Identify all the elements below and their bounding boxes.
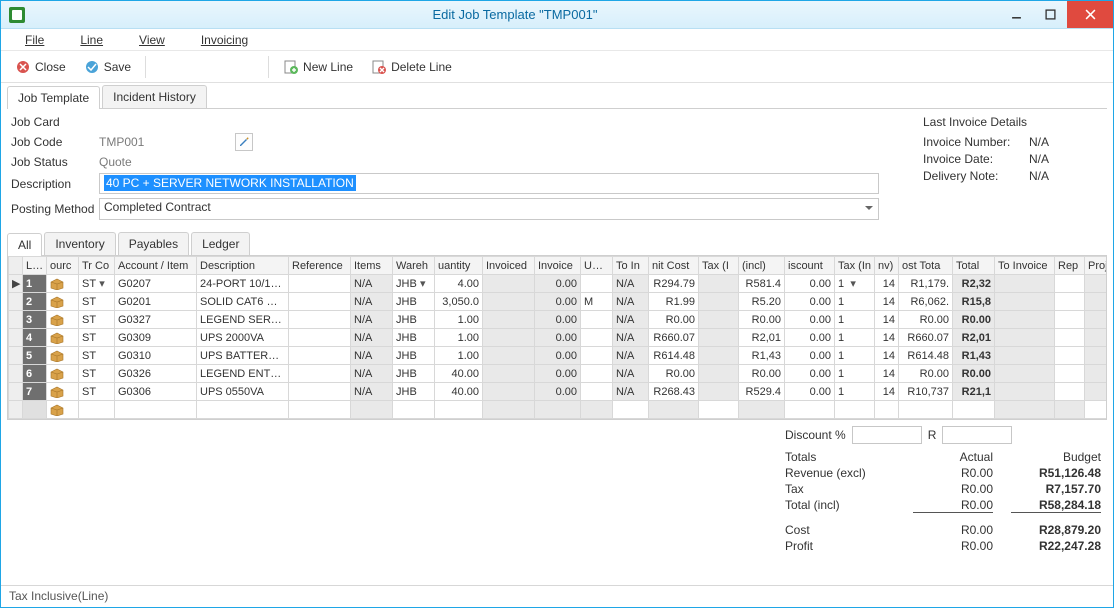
menu-invoicing[interactable]: Invoicing	[185, 31, 264, 49]
column-header[interactable]: Description	[197, 257, 289, 275]
grid-tabstrip: All Inventory Payables Ledger	[7, 232, 1107, 256]
close-button[interactable]: Close	[7, 56, 74, 78]
table-row[interactable]: 6STG0326LEGEND ENTERPRN/AJHB40.000.00N/A…	[9, 365, 1108, 383]
toolbar: Close Save New Line Delete Line	[1, 51, 1113, 83]
column-header[interactable]: Line	[23, 257, 47, 275]
tab-payables[interactable]: Payables	[118, 232, 189, 255]
column-header[interactable]: nit Cost	[649, 257, 699, 275]
job-code-value: TMP001	[99, 135, 229, 149]
column-header[interactable]: ost Tota	[899, 257, 953, 275]
column-header[interactable]: Rep	[1055, 257, 1085, 275]
description-input[interactable]: 40 PC + SERVER NETWORK INSTALLATION	[99, 173, 879, 194]
column-header[interactable]: To Invoice	[995, 257, 1055, 275]
close-icon	[15, 59, 31, 75]
invoice-details-header: Last Invoice Details	[923, 115, 1103, 129]
title-bar: Edit Job Template "TMP001"	[1, 1, 1113, 29]
close-window-button[interactable]	[1067, 1, 1113, 28]
totals-area: Discount % R TotalsActualBudget Revenue …	[1, 420, 1113, 557]
window-title: Edit Job Template "TMP001"	[31, 7, 999, 22]
maximize-button[interactable]	[1033, 1, 1067, 28]
table-row[interactable]: 3STG0327LEGEND SERVERN/AJHB1.000.00N/AR0…	[9, 311, 1108, 329]
new-line-icon	[283, 59, 299, 75]
crate-icon	[50, 350, 64, 362]
job-card-label: Job Card	[11, 115, 99, 129]
crate-icon	[50, 278, 64, 290]
column-header[interactable]: Reference	[289, 257, 351, 275]
column-header[interactable]: Tr Co	[79, 257, 115, 275]
column-header[interactable]: uantity	[435, 257, 483, 275]
discount-amount-input[interactable]	[942, 426, 1012, 444]
menu-file[interactable]: File	[9, 31, 60, 49]
discount-percent-input[interactable]	[852, 426, 922, 444]
menu-line[interactable]: Line	[64, 31, 119, 49]
app-icon	[9, 7, 25, 23]
job-status-value: Quote	[99, 155, 132, 169]
column-header[interactable]: (incl)	[739, 257, 785, 275]
column-header[interactable]: iscount	[785, 257, 835, 275]
line-grid[interactable]: LineourcTr CoAccount / ItemDescriptionRe…	[7, 256, 1107, 420]
posting-method-label: Posting Method	[11, 202, 99, 216]
crate-icon	[50, 368, 64, 380]
app-window: Edit Job Template "TMP001" File Line Vie…	[0, 0, 1114, 608]
menu-bar: File Line View Invoicing	[1, 29, 1113, 51]
crate-icon	[50, 404, 64, 416]
job-status-label: Job Status	[11, 155, 99, 169]
tab-inventory[interactable]: Inventory	[44, 232, 115, 255]
table-row[interactable]: 7STG0306UPS 0550VAN/AJHB40.000.00N/AR268…	[9, 383, 1108, 401]
last-invoice-details: Last Invoice Details Invoice Number:N/A …	[923, 115, 1103, 224]
column-header[interactable]: Wareh	[393, 257, 435, 275]
tab-ledger[interactable]: Ledger	[191, 232, 250, 255]
menu-view[interactable]: View	[123, 31, 181, 49]
main-tabstrip: Job Template Incident History	[7, 85, 1107, 109]
crate-icon	[50, 386, 64, 398]
column-header[interactable]: Invoiced	[483, 257, 535, 275]
column-header[interactable]: ourc	[47, 257, 79, 275]
posting-method-select[interactable]: Completed Contract	[99, 198, 879, 220]
tab-all[interactable]: All	[7, 233, 42, 256]
status-bar: Tax Inclusive(Line)	[1, 585, 1113, 607]
crate-icon	[50, 332, 64, 344]
chevron-down-icon[interactable]: ▾	[847, 277, 859, 290]
discount-label: Discount %	[785, 428, 846, 442]
crate-icon	[50, 314, 64, 326]
save-icon	[84, 59, 100, 75]
chevron-down-icon[interactable]: ▾	[417, 277, 429, 290]
column-header[interactable]: Invoice	[535, 257, 581, 275]
table-row[interactable]: 4STG0309UPS 2000VAN/AJHB1.000.00N/AR660.…	[9, 329, 1108, 347]
table-row[interactable]: 2STG0201SOLID CAT6 CABLN/AJHB3,050.00.00…	[9, 293, 1108, 311]
column-header[interactable]: nv)	[875, 257, 899, 275]
column-header[interactable]: Units	[581, 257, 613, 275]
column-header[interactable]: Tax (I	[699, 257, 739, 275]
column-header[interactable]: To In	[613, 257, 649, 275]
column-header[interactable]: Tax (In	[835, 257, 875, 275]
chevron-down-icon[interactable]: ▾	[96, 277, 108, 290]
column-header[interactable]: Projec	[1085, 257, 1108, 275]
job-code-label: Job Code	[11, 135, 99, 149]
column-header[interactable]: Account / Item	[115, 257, 197, 275]
form-area: Job Card Job Code TMP001 Job Status Quot…	[1, 109, 1113, 226]
minimize-button[interactable]	[999, 1, 1033, 28]
column-header[interactable]: Items	[351, 257, 393, 275]
new-line-button[interactable]: New Line	[275, 56, 361, 78]
status-text: Tax Inclusive(Line)	[9, 589, 108, 603]
save-button[interactable]: Save	[76, 56, 139, 78]
edit-job-code-button[interactable]	[235, 133, 253, 151]
column-header[interactable]: Total	[953, 257, 995, 275]
table-row[interactable]: ▶1ST▾G020724-PORT 10/100 SN/AJHB▾4.000.0…	[9, 275, 1108, 293]
crate-icon	[50, 296, 64, 308]
delete-line-icon	[371, 59, 387, 75]
description-label: Description	[11, 177, 99, 191]
tab-job-template[interactable]: Job Template	[7, 86, 100, 109]
tab-incident-history[interactable]: Incident History	[102, 85, 207, 108]
table-row[interactable]: 5STG0310UPS BATTERY CASN/AJHB1.000.00N/A…	[9, 347, 1108, 365]
table-row[interactable]	[9, 401, 1108, 419]
delete-line-button[interactable]: Delete Line	[363, 56, 460, 78]
